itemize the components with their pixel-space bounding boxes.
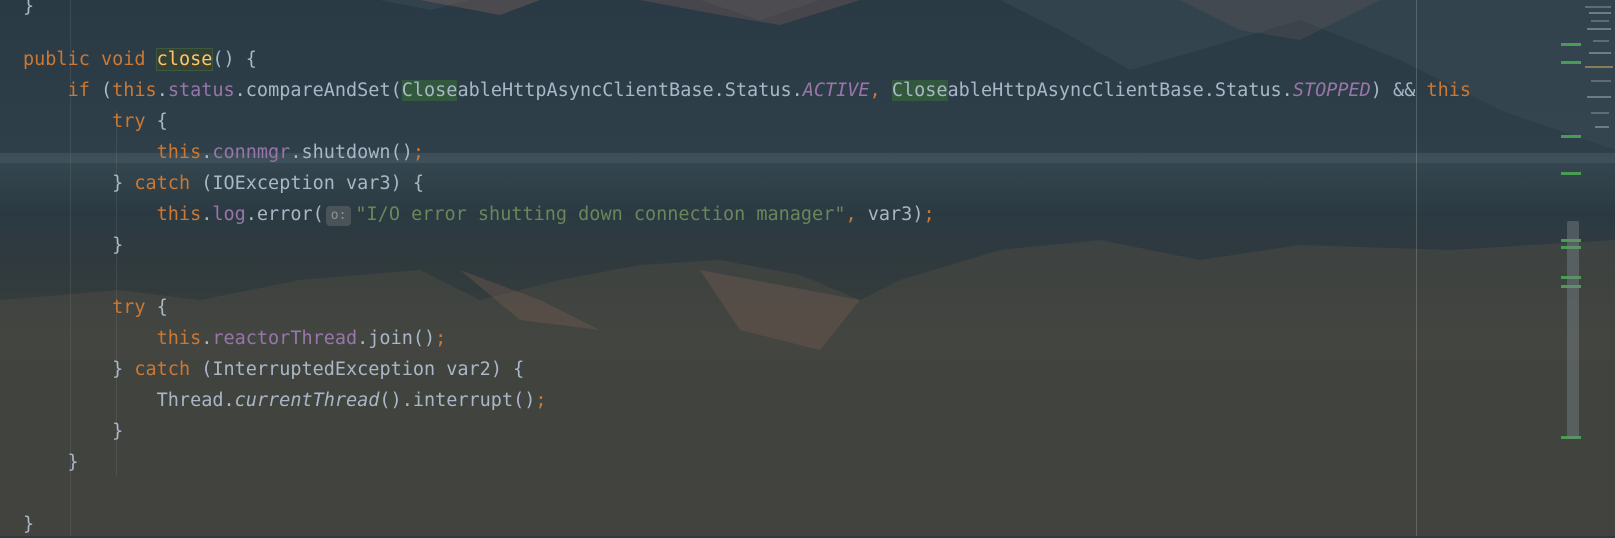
- code-token: STOPPED: [1292, 80, 1371, 101]
- code-token: .join(): [357, 328, 436, 349]
- code-token: var3): [867, 204, 924, 225]
- code-token: ableHttpAsyncClientBase.Status.: [947, 80, 1293, 101]
- code-token: }: [23, 452, 79, 473]
- code-token: ;: [412, 142, 424, 163]
- code-token: this: [1426, 80, 1472, 101]
- code-line[interactable]: if (this.status.compareAndSet(CloseableH…: [23, 78, 1471, 104]
- code-token: ,: [869, 80, 892, 101]
- code-token: }: [23, 235, 124, 256]
- code-token: }: [23, 421, 124, 442]
- code-token: .compareAndSet(: [234, 80, 402, 101]
- code-token: {: [145, 297, 168, 318]
- code-token: .: [201, 328, 213, 349]
- error-stripe-marker[interactable]: [1561, 135, 1581, 138]
- code-line[interactable]: Thread.currentThread().interrupt();: [23, 388, 547, 414]
- code-line[interactable]: } catch (IOException var3) {: [23, 171, 424, 197]
- code-token: this: [156, 142, 202, 163]
- code-token: (IOException var3) {: [190, 173, 424, 194]
- code-line[interactable]: }: [23, 512, 34, 538]
- error-stripe-marker[interactable]: [1561, 172, 1581, 175]
- code-line[interactable]: public void close() {: [23, 47, 257, 73]
- code-token: Close: [401, 80, 458, 101]
- code-token: }: [23, 0, 35, 17]
- code-line[interactable]: this.reactorThread.join();: [23, 326, 447, 352]
- code-token: }: [23, 173, 135, 194]
- code-token: currentThread: [234, 390, 380, 411]
- code-token: ;: [923, 204, 935, 225]
- code-token: ().interrupt(): [379, 390, 536, 411]
- code-token: status: [167, 80, 235, 101]
- code-token: ACTIVE: [802, 80, 870, 101]
- code-token: .: [156, 80, 168, 101]
- code-token: try: [112, 297, 146, 318]
- code-token: ;: [535, 390, 547, 411]
- code-token: .: [201, 204, 213, 225]
- code-token: }: [23, 514, 35, 535]
- code-token: "I/O error shutting down connection mana…: [355, 204, 846, 225]
- code-line[interactable]: }: [23, 450, 79, 476]
- code-token: catch: [134, 173, 191, 194]
- error-stripe-marker[interactable]: [1561, 43, 1581, 46]
- code-token: public: [23, 49, 90, 70]
- vertical-scrollbar-thumb[interactable]: [1567, 221, 1579, 439]
- code-line[interactable]: try {: [23, 295, 168, 321]
- parameter-hint: o:: [325, 206, 352, 226]
- code-token: connmgr: [212, 142, 291, 163]
- code-token: {: [145, 111, 168, 132]
- code-token: .error(: [245, 204, 324, 225]
- code-token: Thread.: [23, 390, 235, 411]
- code-line[interactable]: this.connmgr.shutdown();: [23, 140, 424, 166]
- error-stripe-marker[interactable]: [1561, 61, 1581, 64]
- minimap[interactable]: [1581, 0, 1615, 140]
- code-line[interactable]: try {: [23, 109, 168, 135]
- code-token: reactorThread: [212, 328, 358, 349]
- code-line[interactable]: }: [23, 233, 123, 259]
- code-token: () {: [212, 49, 257, 70]
- code-token: this: [112, 80, 157, 101]
- code-token: void: [100, 49, 146, 70]
- code-line[interactable]: }: [23, 419, 123, 445]
- code-editor[interactable]: } public void close() { if (this.status.c…: [0, 0, 1615, 536]
- code-token: ,: [845, 204, 868, 225]
- code-token: try: [112, 111, 146, 132]
- code-token: Close: [891, 80, 948, 101]
- code-line[interactable]: } catch (InterruptedException var2) {: [23, 357, 524, 383]
- code-token: .: [201, 142, 213, 163]
- code-token: (InterruptedException var2) {: [190, 359, 525, 380]
- code-token: ) &&: [1370, 80, 1427, 101]
- code-token: this: [156, 204, 202, 225]
- code-token: if: [67, 80, 90, 101]
- code-token: ;: [435, 328, 447, 349]
- code-token: .shutdown(): [290, 142, 413, 163]
- code-token: this: [156, 328, 202, 349]
- code-line[interactable]: this.log.error(o: "I/O error shutting dow…: [23, 202, 935, 228]
- code-token: ableHttpAsyncClientBase.Status.: [457, 80, 803, 101]
- code-token: close: [155, 48, 214, 71]
- code-token: log: [212, 204, 246, 225]
- code-line[interactable]: }: [23, 0, 34, 20]
- code-token: }: [23, 359, 135, 380]
- code-token: catch: [134, 359, 191, 380]
- code-token: (: [89, 80, 113, 101]
